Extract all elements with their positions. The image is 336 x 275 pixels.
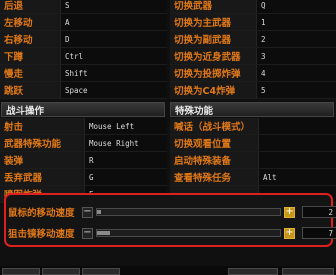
keybind-label: 切换观看位置 (170, 135, 259, 151)
keybind-value[interactable]: D (61, 31, 167, 47)
mouse-speed-row: 鼠标的移动速度 − + 2 (8, 204, 336, 220)
scope-speed-label: 狙击镜移动速度 (8, 229, 75, 240)
keybind-row-reload[interactable]: 装弹 R (0, 152, 167, 169)
keybind-row-weapon-special[interactable]: 武器特殊功能 Mouse Right (0, 135, 167, 152)
bottom-button[interactable] (42, 268, 80, 275)
keybind-value[interactable]: 2 (257, 31, 336, 47)
keybind-label: 喊话（战斗模式） (170, 118, 259, 134)
slider-fill (97, 210, 101, 214)
keybind-label: 切换武器 (170, 0, 257, 13)
bottom-button[interactable] (228, 268, 278, 275)
mouse-speed-label: 鼠标的移动速度 (8, 208, 75, 219)
increase-button[interactable]: + (284, 206, 295, 218)
keybind-label: 右移动 (0, 31, 61, 47)
keybind-row-equipment[interactable]: 启动特殊装备 (170, 152, 336, 169)
keybind-label: 查看特殊任务 (170, 169, 259, 185)
keybind-row-mission[interactable]: 查看特殊任务 Alt (170, 169, 336, 186)
keybind-row-view[interactable]: 切换观看位置 (170, 135, 336, 152)
slider-fill (97, 231, 110, 235)
keybind-row-switch-weapon[interactable]: 切换武器 Q (170, 0, 336, 14)
keybind-label: 切换为C4炸弹 (170, 82, 257, 98)
keybind-label: 跳跃 (0, 82, 61, 98)
decrease-button[interactable]: − (82, 206, 93, 218)
keybind-row-fire[interactable]: 射击 Mouse Left (0, 118, 167, 135)
keybind-row-primary[interactable]: 切换为主武器 1 (170, 14, 336, 31)
keybind-label: 切换为近身武器 (170, 48, 257, 64)
keybind-value[interactable]: A (61, 14, 167, 30)
keybind-value[interactable]: 5 (257, 82, 336, 98)
mouse-speed-slider[interactable] (96, 208, 281, 216)
keybind-label: 切换为主武器 (170, 14, 257, 30)
keybind-label: 启动特殊装备 (170, 152, 259, 168)
keybind-value[interactable] (259, 135, 336, 151)
keybind-label: 后退 (0, 0, 61, 13)
keybind-row-left[interactable]: 左移动 A (0, 14, 167, 31)
keybind-label: 武器特殊功能 (0, 135, 85, 151)
decrease-button[interactable]: − (82, 227, 93, 239)
keybind-value[interactable]: Mouse Right (85, 135, 167, 151)
keybind-row-back[interactable]: 后退 S (0, 0, 167, 14)
keybind-label: 切换为投掷炸弹 (170, 65, 257, 81)
keybind-row-shout[interactable]: 喊话（战斗模式） (170, 118, 336, 135)
scope-speed-slider[interactable] (96, 229, 281, 237)
keybind-value[interactable]: 1 (257, 14, 336, 30)
scope-speed-row: 狙击镜移动速度 − + 7 (8, 225, 336, 241)
keybind-value[interactable]: S (61, 0, 167, 13)
keybind-row-grenade[interactable]: 切换为投掷炸弹 4 (170, 65, 336, 82)
keybind-row-jump[interactable]: 跳跃 Space (0, 82, 167, 99)
special-section-title: 特殊功能 (170, 102, 334, 117)
keybind-label: 左移动 (0, 14, 61, 30)
keybind-value[interactable]: Shift (61, 65, 167, 81)
keybind-label: 射击 (0, 118, 85, 134)
bottom-button[interactable] (82, 268, 120, 275)
keybind-row-walk[interactable]: 慢走 Shift (0, 65, 167, 82)
mouse-speed-value[interactable]: 2 (302, 206, 336, 218)
keybind-value[interactable] (259, 152, 336, 168)
keybind-value[interactable]: Ctrl (61, 48, 167, 64)
keybind-row-crouch[interactable]: 下蹲 Ctrl (0, 48, 167, 65)
keybind-label: 下蹲 (0, 48, 61, 64)
increase-button[interactable]: + (284, 227, 295, 239)
keybind-value[interactable]: R (85, 152, 167, 168)
keybind-row-secondary[interactable]: 切换为副武器 2 (170, 31, 336, 48)
keybind-value[interactable] (259, 118, 336, 134)
keybind-label: 丢弃武器 (0, 169, 85, 185)
combat-section-title: 战斗操作 (1, 102, 165, 117)
keybind-value[interactable]: Mouse Left (85, 118, 167, 134)
keybind-value[interactable]: Alt (259, 169, 336, 185)
keybind-row-drop[interactable]: 丢弃武器 G (0, 169, 167, 186)
keybind-value[interactable]: 4 (257, 65, 336, 81)
keybind-row-c4[interactable]: 切换为C4炸弹 5 (170, 82, 336, 99)
keybind-label: 切换为副武器 (170, 31, 257, 47)
bottom-button[interactable] (282, 268, 334, 275)
bottom-button[interactable] (2, 268, 40, 275)
keybind-label: 装弹 (0, 152, 85, 168)
keybind-row-right[interactable]: 右移动 D (0, 31, 167, 48)
keybind-label: 慢走 (0, 65, 61, 81)
scope-speed-value[interactable]: 7 (302, 227, 336, 239)
keybind-value[interactable]: 3 (257, 48, 336, 64)
keybind-value[interactable]: Q (257, 0, 336, 13)
keybind-row-melee[interactable]: 切换为近身武器 3 (170, 48, 336, 65)
keybind-value[interactable]: G (85, 169, 167, 185)
keybind-value[interactable]: Space (61, 82, 167, 98)
